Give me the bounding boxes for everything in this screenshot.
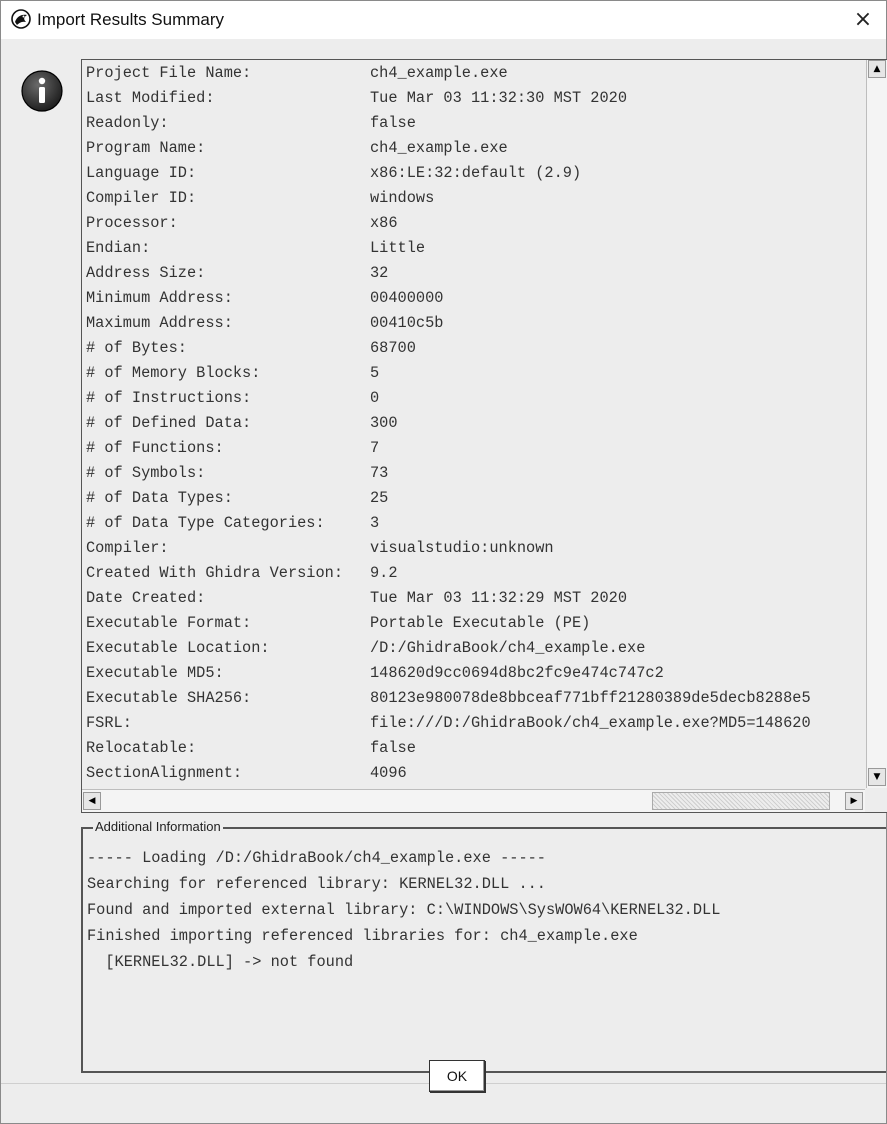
summary-row-key: Last Modified: [86, 89, 215, 107]
summary-row-value: 32 [370, 264, 389, 282]
dialog-body: Project File Name: ch4_example.exe Last Mo… [1, 39, 887, 1123]
summary-row-key: Address Size: [86, 264, 206, 282]
summary-row-key: # of Symbols: [86, 464, 206, 482]
summary-row-key: Endian: [86, 239, 151, 257]
summary-row-value: 73 [370, 464, 389, 482]
summary-row-value: Little [370, 239, 426, 257]
summary-row-key: Program Name: [86, 139, 206, 157]
summary-row-key: # of Data Type Categories: [86, 514, 325, 532]
summary-row-key: FSRL: [86, 714, 132, 732]
summary-row-key: # of Functions: [86, 439, 224, 457]
summary-row-key: Language ID: [86, 164, 197, 182]
summary-row-key: Maximum Address: [86, 314, 233, 332]
summary-row-value: windows [370, 189, 435, 207]
ok-button[interactable]: OK [429, 1060, 485, 1092]
summary-row-value: /D:/GhidraBook/ch4_example.exe [370, 639, 646, 657]
additional-information-panel: Additional Information ----- Loading /D:… [81, 819, 886, 1073]
log-text-area[interactable]: ----- Loading /D:/GhidraBook/ch4_example… [87, 845, 877, 1065]
summary-row-key: Date Created: [86, 589, 206, 607]
summary-row-value: x86:LE:32:default (2.9) [370, 164, 582, 182]
info-icon [21, 70, 63, 112]
additional-information-legend: Additional Information [93, 819, 223, 834]
ghidra-dragon-icon [11, 9, 31, 29]
summary-row-value: Portable Executable (PE) [370, 614, 591, 632]
summary-row-value: 148620d9cc0694d8bc2fc9e474c747c2 [370, 664, 664, 682]
horizontal-scrollbar[interactable]: ◀ ▶ [82, 789, 865, 812]
summary-row-value: 7 [370, 439, 380, 457]
summary-row-key: Compiler: [86, 539, 169, 557]
summary-row-value: Tue Mar 03 11:32:30 MST 2020 [370, 89, 628, 107]
log-line: [KERNEL32.DLL] -> not found [87, 953, 354, 971]
horizontal-scroll-thumb[interactable] [652, 792, 830, 810]
summary-row-value: x86 [370, 214, 398, 232]
summary-row-key: Readonly: [86, 114, 169, 132]
summary-row-value: 4096 [370, 764, 407, 782]
log-line: Finished importing referenced libraries … [87, 927, 638, 945]
vertical-scrollbar[interactable]: ▲ ▼ [866, 60, 887, 788]
dialog-title: Import Results Summary [37, 10, 225, 29]
summary-row-key: # of Data Types: [86, 489, 233, 507]
summary-row-value: 00410c5b [370, 314, 444, 332]
summary-row-value: 0 [370, 389, 380, 407]
summary-row-value: false [370, 114, 416, 132]
close-button[interactable]: × [848, 5, 878, 35]
summary-row-value: 25 [370, 489, 389, 507]
summary-row-key: Relocatable: [86, 739, 197, 757]
summary-row-value: 3 [370, 514, 380, 532]
summary-row-key: Executable Format: [86, 614, 252, 632]
summary-row-key: # of Defined Data: [86, 414, 252, 432]
summary-row-key: # of Instructions: [86, 389, 252, 407]
summary-row-value: 80123e980078de8bbceaf771bff21280389de5de… [370, 689, 811, 707]
scroll-up-button[interactable]: ▲ [868, 60, 886, 78]
title-bar: Import Results Summary × [1, 1, 886, 39]
summary-row-key: SectionAlignment: [86, 764, 243, 782]
summary-row-key: # of Memory Blocks: [86, 364, 261, 382]
summary-row-value: 68700 [370, 339, 416, 357]
summary-row-value: 00400000 [370, 289, 444, 307]
scroll-corner [867, 790, 887, 812]
summary-row-value: 300 [370, 414, 398, 432]
summary-table: Project File Name: ch4_example.exe Last Mo… [82, 60, 865, 788]
scroll-right-button[interactable]: ▶ [845, 792, 863, 810]
summary-row-value: Tue Mar 03 11:32:29 MST 2020 [370, 589, 628, 607]
summary-row-key: Executable SHA256: [86, 689, 252, 707]
summary-row-key: # of Bytes: [86, 339, 187, 357]
summary-row-value: file:///D:/GhidraBook/ch4_example.exe?MD… [370, 714, 811, 732]
summary-row-value: 9.2 [370, 564, 398, 582]
summary-row-value: ch4_example.exe [370, 139, 508, 157]
summary-row-key: Compiler ID: [86, 189, 197, 207]
log-line: ----- Loading /D:/GhidraBook/ch4_example… [87, 849, 546, 867]
summary-row-key: Executable MD5: [86, 664, 224, 682]
summary-row-key: Processor: [86, 214, 178, 232]
summary-row-value: false [370, 739, 416, 757]
log-line: Found and imported external library: C:\… [87, 901, 721, 919]
log-line: Searching for referenced library: KERNEL… [87, 875, 546, 893]
summary-row-key: Executable Location: [86, 639, 270, 657]
scroll-left-button[interactable]: ◀ [83, 792, 101, 810]
summary-row-value: 5 [370, 364, 380, 382]
summary-row-key: Minimum Address: [86, 289, 233, 307]
summary-row-key: Created With Ghidra Version: [86, 564, 344, 582]
summary-row-key: Project File Name: [86, 64, 252, 82]
import-results-dialog: Import Results Summary × Project File Na… [0, 0, 887, 1124]
summary-row-value: visualstudio:unknown [370, 539, 554, 557]
summary-scroll-pane[interactable]: Project File Name: ch4_example.exe Last Mo… [81, 59, 887, 813]
summary-row-value: ch4_example.exe [370, 64, 508, 82]
scroll-down-button[interactable]: ▼ [868, 768, 886, 786]
